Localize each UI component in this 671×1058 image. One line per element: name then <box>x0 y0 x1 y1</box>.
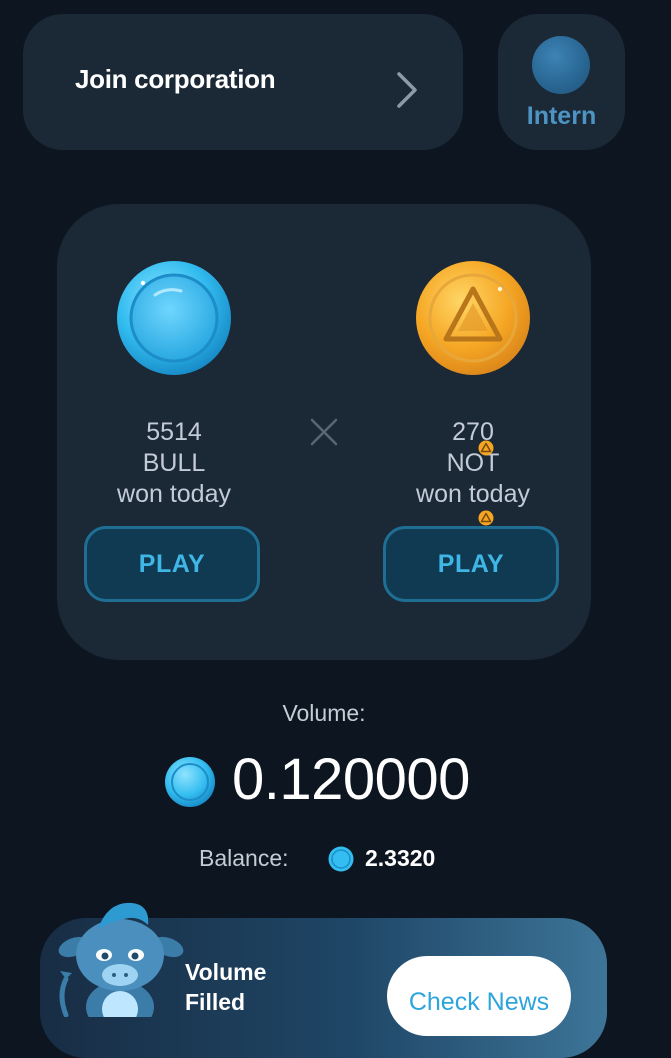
not-count: 270 <box>452 418 494 446</box>
bull-caption: won today <box>117 480 231 508</box>
rank-card[interactable]: Intern <box>498 14 625 150</box>
banner-line-2: Filled <box>185 989 246 1015</box>
not-token-icon <box>478 510 494 526</box>
mascot-bull-icon <box>58 902 184 1017</box>
play-bull-button[interactable]: PLAY <box>84 526 260 602</box>
bull-coin-icon <box>117 261 231 375</box>
not-coin-icon <box>416 261 530 375</box>
join-corporation-label: Join corporation <box>75 64 276 94</box>
banner-text: Volume Filled <box>185 957 266 1017</box>
volume-label: Volume: <box>282 700 366 726</box>
bull-count: 5514 <box>146 418 202 446</box>
volume-value: 0.120000 <box>232 747 470 812</box>
play-not-button[interactable]: PLAY <box>383 526 559 602</box>
rank-label: Intern <box>526 102 597 130</box>
balance-value: 2.3320 <box>365 845 436 871</box>
join-corporation-card[interactable]: Join corporation <box>23 14 463 150</box>
battle-card: 5514 BULL won today 270 NOT won today PL… <box>57 204 591 660</box>
rank-avatar <box>532 36 590 94</box>
not-ticker: NOT <box>446 449 500 477</box>
not-caption: won today <box>416 480 530 508</box>
bull-ticker: BULL <box>142 449 206 477</box>
chevron-right-icon <box>397 72 417 108</box>
versus-icon <box>310 418 338 446</box>
check-news-button[interactable]: Check News <box>387 956 571 1036</box>
banner-line-1: Volume <box>185 959 267 985</box>
bull-coin-icon <box>328 846 354 872</box>
not-stats: 270 NOT won today <box>373 417 573 510</box>
not-token-icon <box>478 440 494 456</box>
bull-coin-icon <box>165 757 215 807</box>
balance-label: Balance: <box>199 845 289 871</box>
bull-stats: 5514 BULL won today <box>74 417 274 510</box>
